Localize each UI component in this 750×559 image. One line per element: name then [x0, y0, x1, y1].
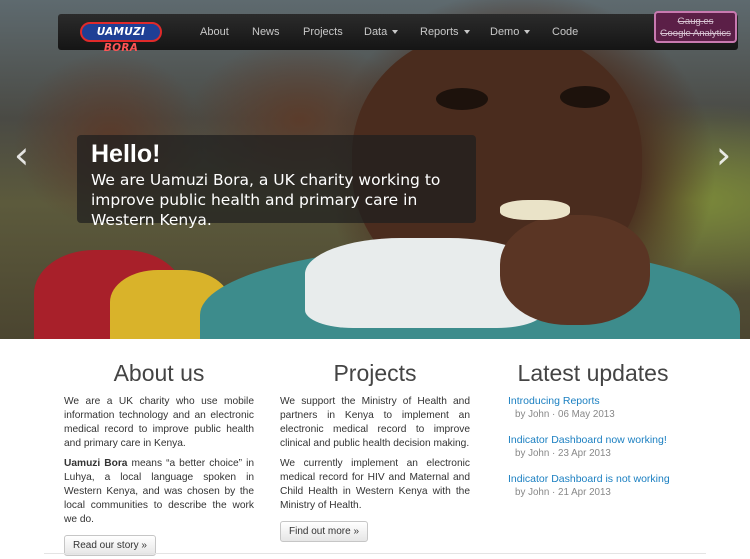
projects-paragraph: We currently implement an electronic med…: [280, 458, 470, 511]
nav-item-demo[interactable]: Demo: [490, 14, 531, 50]
divider: [44, 553, 706, 554]
carousel-next-icon[interactable]: ›: [716, 135, 731, 175]
brand-logo[interactable]: UAMUZI BORA: [80, 22, 162, 54]
update-item: Indicator Dashboard is not working by Jo…: [508, 472, 678, 500]
projects-section: Projects We support the Ministry of Heal…: [280, 356, 470, 542]
hero-photo-shape: [500, 215, 650, 325]
caret-down-icon: [392, 30, 399, 35]
update-meta: by John · 06 May 2013: [515, 409, 615, 420]
updates-section: Latest updates Introducing Reports by Jo…: [508, 356, 678, 511]
about-paragraph: We are a UK charity who use mobile infor…: [64, 396, 254, 449]
about-section: About us We are a UK charity who use mob…: [64, 356, 254, 556]
navbar: UAMUZI BORA About News Projects Data Rep…: [58, 14, 738, 54]
analytics-label: Gaug.es: [677, 16, 714, 27]
nav-item-label: Data: [364, 26, 388, 38]
nav-item-code[interactable]: Code: [552, 14, 578, 50]
updates-title: Latest updates: [517, 360, 669, 386]
nav-item-data[interactable]: Data: [364, 14, 399, 50]
about-name-bold: Uamuzi Bora: [64, 458, 128, 469]
update-meta: by John · 21 Apr 2013: [515, 487, 611, 498]
about-title: About us: [113, 360, 205, 386]
nav-item-label: Projects: [303, 26, 343, 38]
find-out-more-button[interactable]: Find out more »: [280, 521, 369, 542]
nav-item-label: Code: [552, 26, 579, 38]
hero-photo-shape: [560, 86, 610, 108]
update-link[interactable]: Indicator Dashboard is not working: [508, 472, 678, 486]
analytics-button[interactable]: Gaug.es Google Analytics: [654, 11, 737, 43]
hero-photo-shape: [436, 88, 488, 110]
brand-logo-text: UAMUZI: [96, 26, 146, 38]
nav-item-about[interactable]: About: [200, 14, 229, 50]
caret-down-icon: [463, 30, 470, 35]
projects-paragraph: We support the Ministry of Health and pa…: [280, 396, 470, 449]
nav-item-label: Reports: [420, 26, 459, 38]
nav-item-label: News: [252, 26, 280, 38]
nav-item-projects[interactable]: Projects: [303, 14, 343, 50]
hero-caption: Hello! We are Uamuzi Bora, a UK charity …: [77, 135, 476, 229]
hero-heading: Hello!: [91, 140, 161, 168]
update-link[interactable]: Indicator Dashboard now working!: [508, 433, 678, 447]
analytics-label: Google Analytics: [660, 28, 731, 39]
nav-item-reports[interactable]: Reports: [420, 14, 470, 50]
nav-item-news[interactable]: News: [252, 14, 280, 50]
update-item: Indicator Dashboard now working! by John…: [508, 433, 678, 461]
hero-photo-shape: [500, 200, 570, 220]
carousel-prev-icon[interactable]: ‹: [14, 135, 29, 175]
caret-down-icon: [524, 30, 531, 35]
update-meta: by John · 23 Apr 2013: [515, 448, 611, 459]
nav-item-label: Demo: [490, 26, 520, 38]
update-item: Introducing Reports by John · 06 May 201…: [508, 394, 678, 422]
hero-text: We are Uamuzi Bora, a UK charity working…: [91, 171, 441, 229]
projects-title: Projects: [333, 360, 417, 386]
update-link[interactable]: Introducing Reports: [508, 394, 678, 408]
about-paragraph: Uamuzi Bora means “a better choice” in L…: [64, 457, 254, 527]
brand-logo-text: BORA: [103, 42, 139, 54]
nav-item-label: About: [200, 26, 229, 38]
